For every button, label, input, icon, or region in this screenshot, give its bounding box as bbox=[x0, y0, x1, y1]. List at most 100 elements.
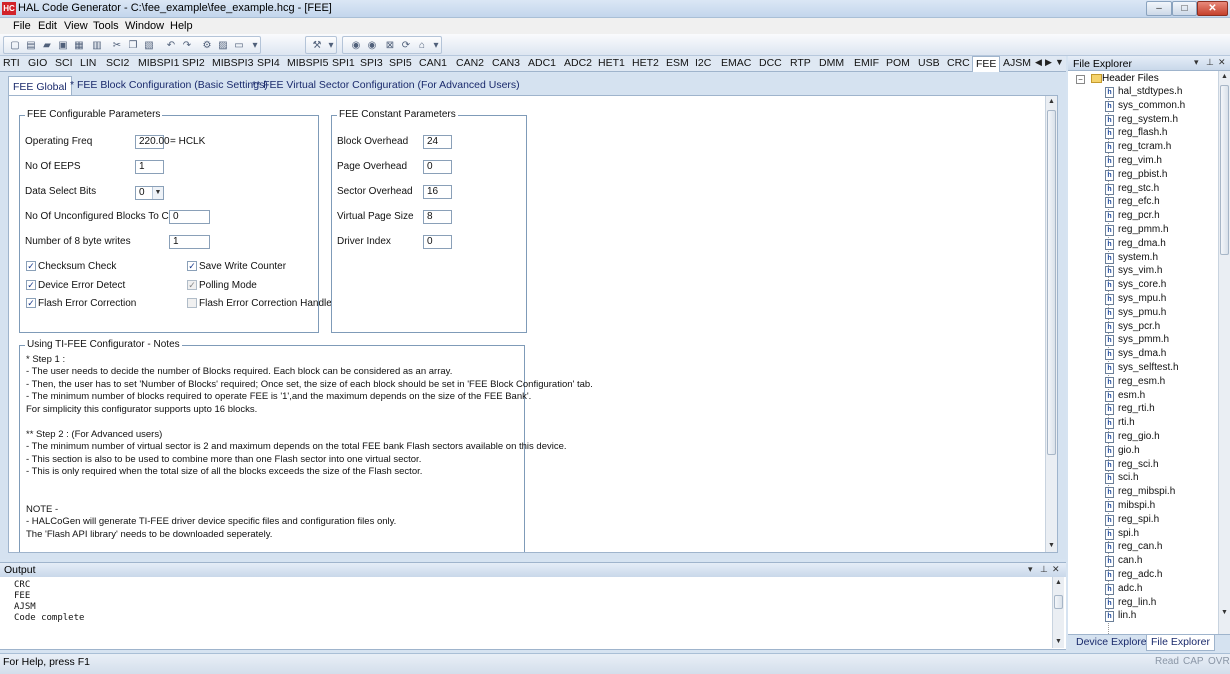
window-icon[interactable]: ▭ bbox=[232, 39, 246, 52]
menu-edit[interactable]: Edit bbox=[38, 20, 57, 32]
tab-spi2[interactable]: SPI2 bbox=[182, 57, 205, 69]
scroll-down-icon[interactable]: ▼ bbox=[1053, 636, 1064, 647]
dropdown-icon[interactable]: ▾ bbox=[1028, 564, 1033, 575]
chevron-down-icon[interactable]: ▼ bbox=[152, 187, 163, 199]
tab-het1[interactable]: HET1 bbox=[598, 57, 625, 69]
scroll-down-icon[interactable]: ▼ bbox=[1219, 607, 1230, 618]
file-item[interactable]: h reg_esm.h bbox=[1105, 376, 1165, 388]
tab-fee[interactable]: FEE bbox=[972, 56, 1001, 72]
scroll-thumb[interactable] bbox=[1220, 85, 1229, 255]
file-item[interactable]: h reg_efc.h bbox=[1105, 196, 1160, 209]
tab-scroll-left-icon[interactable]: ◀ bbox=[1035, 57, 1042, 68]
settings-icon[interactable]: ▨ bbox=[216, 39, 230, 52]
tab-i2c[interactable]: I2C bbox=[695, 57, 711, 69]
tab-can3[interactable]: CAN3 bbox=[492, 57, 520, 69]
file-item[interactable]: h reg_pmm.h bbox=[1105, 224, 1169, 236]
menu-window[interactable]: Window bbox=[125, 20, 164, 32]
subtab-fee-global[interactable]: FEE Global bbox=[8, 76, 72, 96]
tab-usb[interactable]: USB bbox=[918, 57, 940, 69]
tab-spi5[interactable]: SPI5 bbox=[389, 57, 412, 69]
tab-mibspi5[interactable]: MIBSPI5 bbox=[287, 57, 328, 69]
tab-esm[interactable]: ESM bbox=[666, 57, 689, 69]
content-scrollbar[interactable]: ▲ ▼ bbox=[1045, 96, 1057, 552]
pin-icon[interactable]: ⊥ bbox=[1040, 564, 1048, 575]
file-item[interactable]: h spi.h bbox=[1105, 528, 1139, 540]
file-item[interactable]: h reg_vim.h bbox=[1105, 155, 1162, 167]
checksum-checkbox[interactable]: ✓ bbox=[26, 261, 36, 271]
file-item[interactable]: h sys_core.h bbox=[1105, 279, 1166, 292]
file-item[interactable]: h mibspi.h bbox=[1105, 500, 1155, 512]
file-item[interactable]: h sys_selftest.h bbox=[1105, 362, 1179, 374]
flash-error-checkbox[interactable]: ✓ bbox=[26, 298, 36, 308]
subtab-block-config[interactable]: * FEE Block Configuration (Basic Setting… bbox=[70, 79, 268, 91]
open-icon[interactable]: ▤ bbox=[24, 39, 38, 52]
tab-crc[interactable]: CRC bbox=[947, 57, 970, 69]
tab-dcc[interactable]: DCC bbox=[759, 57, 782, 69]
file-item[interactable]: h rti.h bbox=[1105, 417, 1135, 430]
tab-adc1[interactable]: ADC1 bbox=[528, 57, 556, 69]
scroll-up-icon[interactable]: ▲ bbox=[1046, 96, 1057, 107]
operating-freq-input[interactable]: 220.00 bbox=[135, 135, 170, 149]
scroll-thumb[interactable] bbox=[1054, 595, 1063, 609]
tab-device-explorer[interactable]: Device Explorer bbox=[1076, 636, 1150, 648]
scroll-down-icon[interactable]: ▼ bbox=[1046, 540, 1057, 551]
unconfigured-input[interactable]: 0 bbox=[169, 210, 210, 224]
chevron-down-icon[interactable]: ▾ bbox=[429, 39, 443, 52]
new-icon[interactable]: ▢ bbox=[8, 39, 22, 52]
tab-sci[interactable]: SCI bbox=[55, 57, 73, 69]
scroll-thumb[interactable] bbox=[1047, 110, 1056, 455]
tab-spi3[interactable]: SPI3 bbox=[360, 57, 383, 69]
file-item[interactable]: h reg_lin.h bbox=[1105, 597, 1156, 609]
tab-spi4[interactable]: SPI4 bbox=[257, 57, 280, 69]
file-item[interactable]: h lin.h bbox=[1105, 610, 1136, 623]
file-item[interactable]: h sys_dma.h bbox=[1105, 348, 1166, 361]
tab-adc2[interactable]: ADC2 bbox=[564, 57, 592, 69]
close-button[interactable]: ✕ bbox=[1197, 1, 1228, 16]
menu-help[interactable]: Help bbox=[170, 20, 193, 32]
tab-rti[interactable]: RTI bbox=[3, 57, 20, 69]
file-item[interactable]: h reg_system.h bbox=[1105, 114, 1178, 126]
file-item[interactable]: h reg_pcr.h bbox=[1105, 210, 1160, 223]
file-item[interactable]: h reg_stc.h bbox=[1105, 183, 1159, 195]
file-item[interactable]: h hal_stdtypes.h bbox=[1105, 86, 1183, 98]
tab-can2[interactable]: CAN2 bbox=[456, 57, 484, 69]
menu-tools[interactable]: Tools bbox=[93, 20, 119, 32]
data-select-combo[interactable]: 0 ▼ bbox=[135, 186, 164, 200]
tab-het2[interactable]: HET2 bbox=[632, 57, 659, 69]
redo-icon[interactable]: ↷ bbox=[180, 39, 194, 52]
maximize-button[interactable]: □ bbox=[1172, 1, 1197, 16]
file-item[interactable]: h reg_mibspi.h bbox=[1105, 486, 1175, 499]
file-item[interactable]: h reg_adc.h bbox=[1105, 569, 1162, 581]
file-explorer-scrollbar[interactable]: ▲ ▼ bbox=[1218, 71, 1230, 634]
scroll-up-icon[interactable]: ▲ bbox=[1053, 577, 1064, 588]
tab-scroll-right-icon[interactable]: ▶ bbox=[1045, 57, 1052, 68]
file-item[interactable]: h esm.h bbox=[1105, 390, 1145, 402]
file-item[interactable]: h gio.h bbox=[1105, 445, 1140, 457]
print-icon[interactable]: ▥ bbox=[90, 39, 104, 52]
home-icon[interactable]: ⌂ bbox=[415, 39, 429, 52]
tree-root-header-files[interactable]: Header Files bbox=[1102, 73, 1159, 84]
folder-icon[interactable]: ▰ bbox=[40, 39, 54, 52]
file-item[interactable]: h sci.h bbox=[1105, 472, 1139, 485]
file-item[interactable]: h reg_rti.h bbox=[1105, 403, 1155, 416]
file-item[interactable]: h reg_gio.h bbox=[1105, 431, 1160, 443]
menu-view[interactable]: View bbox=[64, 20, 88, 32]
file-item[interactable]: h reg_flash.h bbox=[1105, 127, 1167, 140]
file-item[interactable]: h sys_mpu.h bbox=[1105, 293, 1166, 305]
tab-list-icon[interactable]: ▼ bbox=[1055, 57, 1064, 67]
close-icon[interactable]: ✕ bbox=[1218, 57, 1226, 68]
writes-input[interactable]: 1 bbox=[169, 235, 210, 249]
file-item[interactable]: h reg_dma.h bbox=[1105, 238, 1166, 250]
file-item[interactable]: h system.h bbox=[1105, 252, 1158, 264]
refresh-icon[interactable]: ⟳ bbox=[399, 39, 413, 52]
save-icon[interactable]: ▣ bbox=[56, 39, 70, 52]
file-item[interactable]: h reg_spi.h bbox=[1105, 514, 1159, 526]
paste-icon[interactable]: ▧ bbox=[142, 39, 156, 52]
minimize-button[interactable]: – bbox=[1146, 1, 1172, 16]
tab-mibspi1[interactable]: MIBSPI1 bbox=[138, 57, 179, 69]
back-icon[interactable]: ◉ bbox=[349, 39, 363, 52]
file-item[interactable]: h reg_can.h bbox=[1105, 541, 1162, 554]
tab-file-explorer[interactable]: File Explorer bbox=[1146, 635, 1215, 651]
subtab-virtual-sector[interactable]: ** FEE Virtual Sector Configuration (For… bbox=[252, 79, 520, 91]
file-item[interactable]: h adc.h bbox=[1105, 583, 1142, 595]
